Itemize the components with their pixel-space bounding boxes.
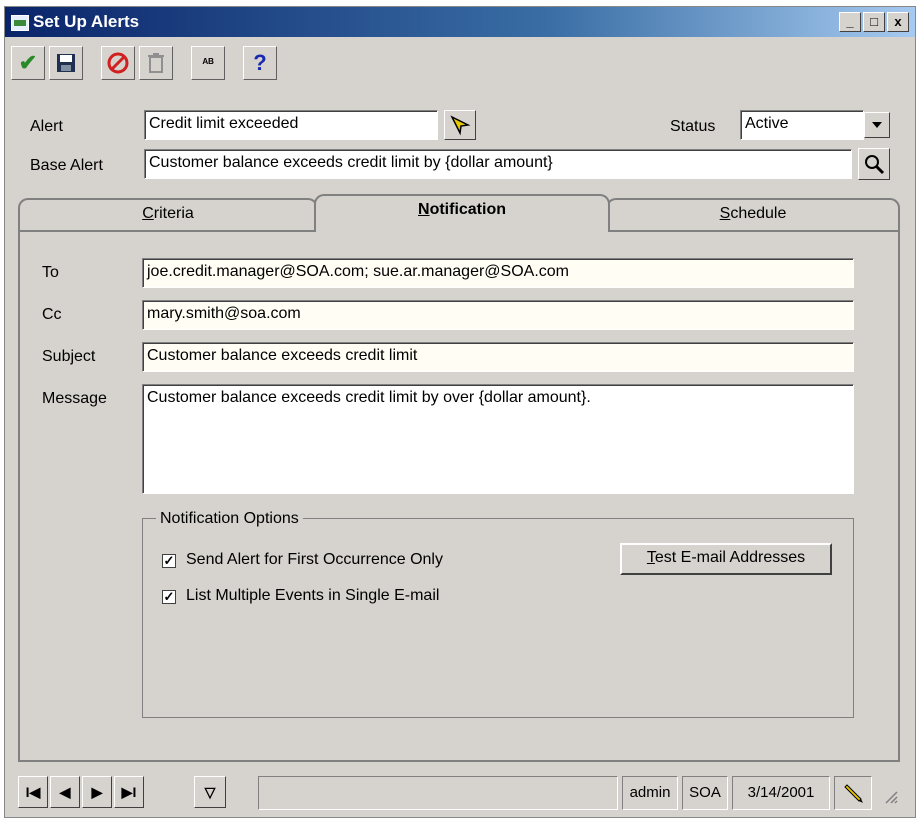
app-icon — [11, 15, 29, 31]
accept-button[interactable]: ✔ — [11, 46, 45, 80]
first-occurrence-checkbox[interactable]: ✓ — [162, 554, 176, 568]
alert-label: Alert — [30, 118, 63, 135]
arrow-cursor-icon — [450, 115, 471, 136]
delete-button[interactable] — [139, 46, 173, 80]
help-button[interactable]: ? — [243, 46, 277, 80]
chevron-down-icon — [872, 122, 882, 128]
message-textarea[interactable]: Customer balance exceeds credit limit by… — [142, 384, 854, 494]
toolbar: ✔ ᴬᴮ ? — [11, 43, 277, 83]
last-record-icon: ▶I — [121, 783, 137, 800]
status-user: admin — [622, 776, 678, 810]
cc-label: Cc — [42, 306, 62, 323]
minimize-button[interactable]: _ — [839, 12, 861, 32]
alert-lookup-button[interactable] — [444, 110, 476, 140]
window-title: Set Up Alerts — [33, 12, 140, 31]
checkmark-icon: ✔ — [18, 50, 38, 75]
save-button[interactable] — [49, 46, 83, 80]
previous-record-button[interactable]: ◀ — [50, 776, 80, 808]
no-entry-icon — [107, 52, 129, 74]
close-button[interactable]: x — [887, 12, 909, 32]
multiple-events-label: List Multiple Events in Single E-mail — [186, 587, 440, 604]
test-email-addresses-button[interactable]: Test E-mail Addresses — [620, 543, 832, 575]
to-label: To — [42, 264, 59, 281]
multiple-events-checkbox[interactable]: ✓ — [162, 590, 176, 604]
filter-icon: ▽ — [204, 783, 216, 800]
status-date: 3/14/2001 — [732, 776, 830, 810]
title-bar[interactable]: Set Up Alerts _ □ x — [5, 7, 915, 37]
resize-grip[interactable] — [880, 786, 898, 804]
status-company: SOA — [682, 776, 728, 810]
tab-strip: Criteria Schedule Notification — [18, 194, 900, 232]
floppy-disk-icon — [57, 54, 75, 72]
base-alert-input[interactable]: Customer balance exceeds credit limit by… — [144, 149, 852, 179]
tab-schedule[interactable]: Schedule — [606, 198, 900, 230]
subject-label: Subject — [42, 348, 96, 365]
status-label: Status — [670, 118, 716, 135]
spell-check-icon: ᴬᴮ — [202, 56, 214, 70]
subject-input[interactable]: Customer balance exceeds credit limit — [142, 342, 854, 372]
cancel-button[interactable] — [101, 46, 135, 80]
next-record-icon: ▶ — [91, 783, 103, 800]
filter-button[interactable]: ▽ — [194, 776, 226, 808]
question-icon: ? — [253, 50, 267, 75]
cc-input[interactable]: mary.smith@soa.com — [142, 300, 854, 330]
status-message-field — [258, 776, 618, 810]
magnifier-icon — [865, 155, 885, 175]
first-record-icon: I◀ — [25, 783, 41, 800]
trash-can-icon — [148, 53, 164, 73]
spell-check-button[interactable]: ᴬᴮ — [191, 46, 225, 80]
next-record-button[interactable]: ▶ — [82, 776, 112, 808]
notification-options-title: Notification Options — [156, 510, 303, 528]
message-label: Message — [42, 390, 107, 407]
first-occurrence-label: Send Alert for First Occurrence Only — [186, 551, 443, 568]
status-select[interactable]: Active — [740, 110, 864, 140]
last-record-button[interactable]: ▶I — [114, 776, 144, 808]
base-alert-search-button[interactable] — [858, 148, 890, 180]
alert-input[interactable]: Credit limit exceeded — [144, 110, 438, 140]
status-bar: I◀ ◀ ▶ ▶I ▽ admin SOA 3/14/2001 — [18, 776, 902, 812]
to-input[interactable]: joe.credit.manager@SOA.com; sue.ar.manag… — [142, 258, 854, 288]
edit-mode-indicator[interactable] — [834, 776, 872, 810]
tab-criteria[interactable]: Criteria — [18, 198, 318, 230]
status-dropdown-button[interactable] — [864, 112, 890, 138]
tab-notification[interactable]: Notification — [314, 194, 610, 232]
base-alert-label: Base Alert — [30, 157, 103, 174]
maximize-button[interactable]: □ — [863, 12, 885, 32]
previous-record-icon: ◀ — [59, 783, 71, 800]
pencil-icon — [844, 784, 863, 803]
resize-grip-icon — [885, 791, 898, 804]
first-record-button[interactable]: I◀ — [18, 776, 48, 808]
